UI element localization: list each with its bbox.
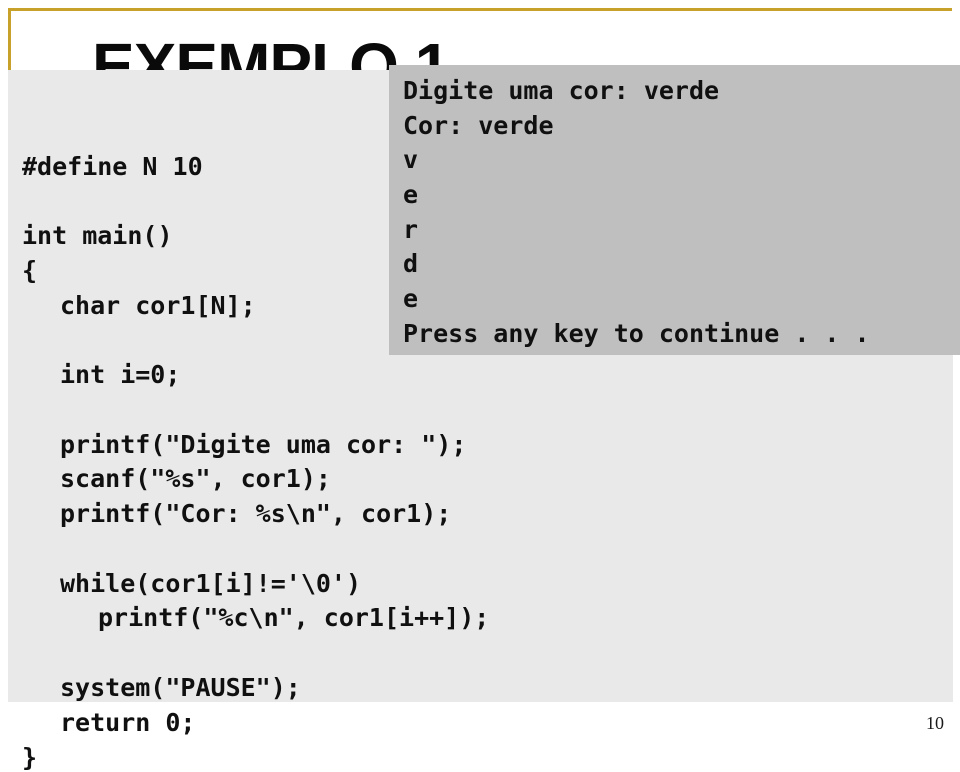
code-line: scanf("%s", cor1); xyxy=(60,464,331,493)
console-line: e xyxy=(403,284,419,313)
code-line: printf("%c\n", cor1[i++]); xyxy=(98,603,490,632)
console-line: Press any key to continue . . . xyxy=(403,319,870,348)
code-line: printf("Digite uma cor: "); xyxy=(60,430,467,459)
console-line: e xyxy=(403,180,419,209)
page-number: 10 xyxy=(926,713,944,733)
code-line: { xyxy=(22,256,38,285)
code-line: system("PAUSE"); xyxy=(60,673,301,702)
console-output-window: Digite uma cor: verde Cor: verde v e r d e Pres… xyxy=(389,65,960,355)
code-line: } xyxy=(22,743,38,772)
accent-rule-top xyxy=(8,8,952,11)
console-line: Cor: verde xyxy=(403,111,554,140)
code-line: printf("Cor: %s\n", cor1); xyxy=(60,499,452,528)
accent-rule-left xyxy=(8,8,11,75)
console-line: d xyxy=(403,249,419,278)
code-line: #define N 10 xyxy=(22,152,203,181)
code-line: return 0; xyxy=(60,708,196,737)
code-line: char cor1[N]; xyxy=(60,291,256,320)
console-line: Digite uma cor: verde xyxy=(403,76,720,105)
code-line: while(cor1[i]!='\0') xyxy=(60,569,362,598)
code-line: int main() xyxy=(22,221,173,250)
code-line: int i=0; xyxy=(60,360,181,389)
console-line: v xyxy=(403,145,419,174)
console-line: r xyxy=(403,215,419,244)
